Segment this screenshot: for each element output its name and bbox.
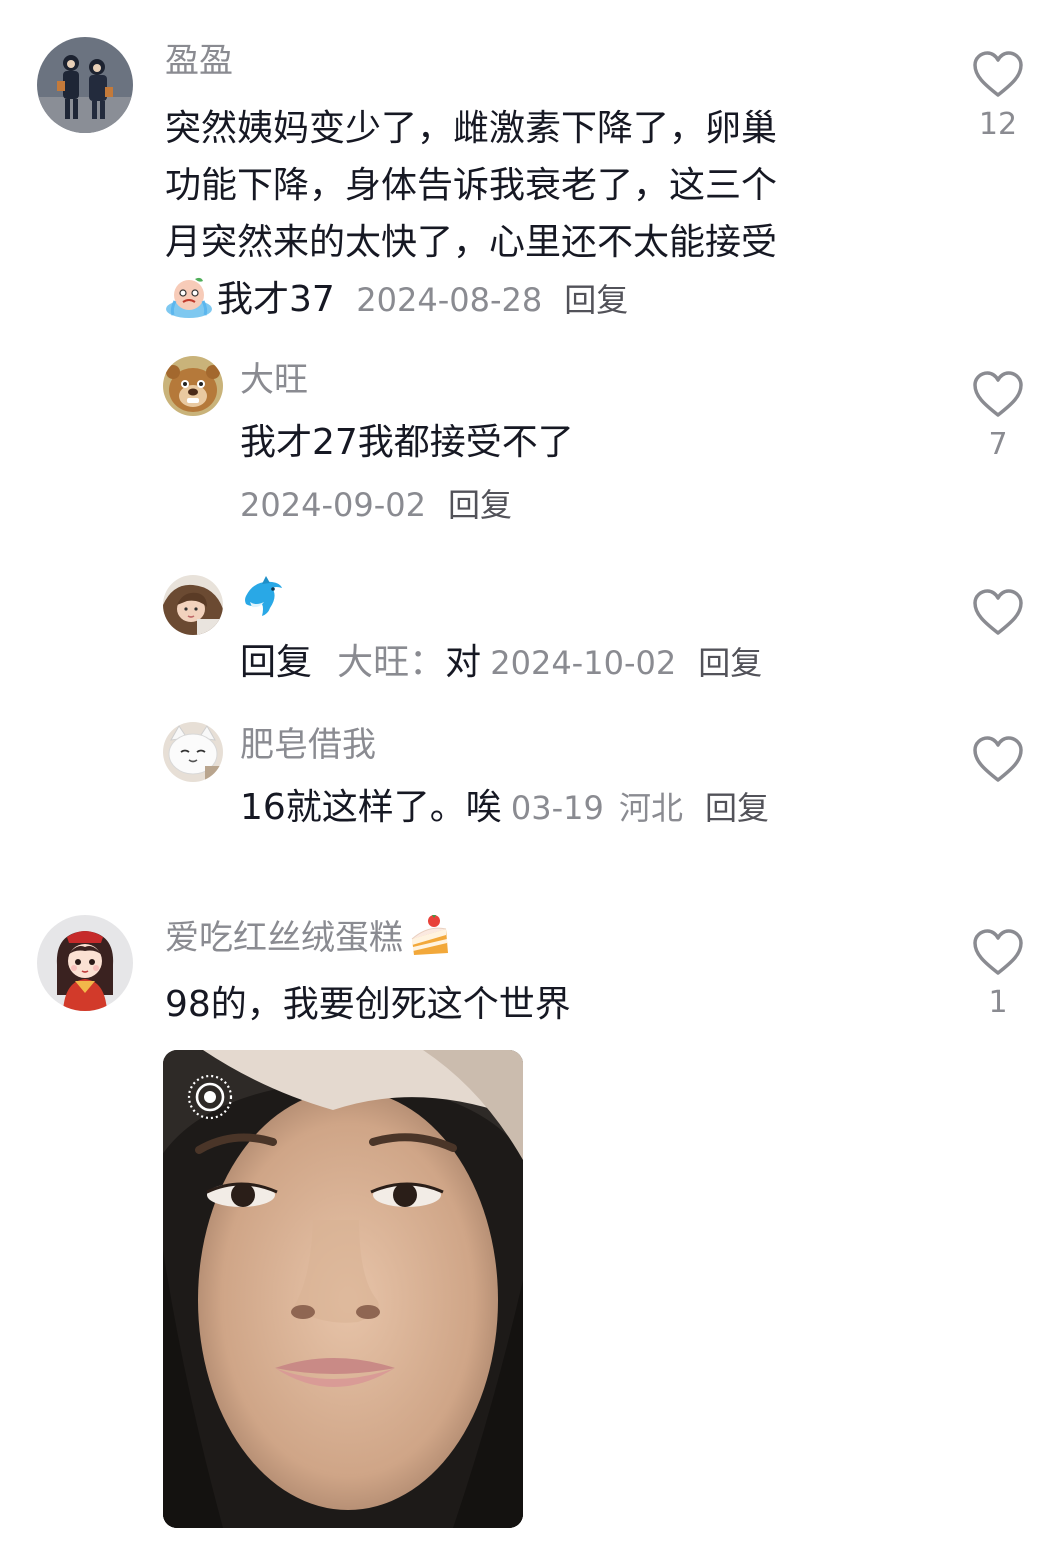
comment-5-username-text: 爱吃红丝绒蛋糕 bbox=[165, 918, 403, 958]
comment-5-text: 98的，我要创死这个世界 bbox=[165, 984, 571, 1025]
heart-icon bbox=[973, 51, 1023, 97]
girl-avatar-icon bbox=[163, 575, 223, 635]
comment-3-reply-prefix: 回复 bbox=[240, 642, 313, 683]
comment-4-like-button[interactable] bbox=[968, 735, 1028, 783]
comment-1-line-4: 我才37 2024-08-28 回复 bbox=[165, 271, 905, 336]
comment-2-text: 我才27我都接受不了 bbox=[240, 422, 574, 463]
dolphin-icon bbox=[245, 576, 282, 616]
comment-1-text: 突然姨妈变少了，雌激素下降了，卵巢 功能下降，身体告诉我衰老了，这三个 月突然来… bbox=[165, 100, 905, 336]
comment-2-like-button[interactable]: 7 bbox=[968, 370, 1028, 462]
comment-3-reply-to[interactable]: 大旺： bbox=[337, 642, 445, 683]
comment-1-username[interactable]: 盈盈 bbox=[165, 41, 233, 81]
comment-3-date: 2024-10-02 bbox=[490, 644, 677, 682]
comment-1-text-tail: 我才37 bbox=[217, 279, 335, 320]
comment-3-like-button[interactable] bbox=[968, 588, 1028, 636]
comment-4-date: 03-19 bbox=[510, 789, 604, 827]
selfie-photo bbox=[163, 1050, 523, 1528]
avatar-dawang[interactable] bbox=[163, 356, 223, 416]
comment-1-reply-button[interactable]: 回复 bbox=[564, 281, 628, 319]
cartoon-girl-avatar-icon bbox=[37, 915, 133, 1011]
comment-3-reply-button[interactable]: 回复 bbox=[698, 644, 762, 682]
comment-4-text: 16就这样了。唉 bbox=[240, 787, 502, 828]
comment-1-like-button[interactable]: 12 bbox=[968, 50, 1028, 142]
avatar-yingying[interactable] bbox=[37, 37, 133, 133]
comment-4-username[interactable]: 肥皂借我 bbox=[240, 725, 376, 765]
comment-1-line-3: 月突然来的太快了，心里还不太能接受 bbox=[165, 222, 778, 263]
cartoon-bear-avatar-icon bbox=[163, 356, 223, 416]
crying-emoji-icon bbox=[165, 275, 213, 336]
comment-2-like-count: 7 bbox=[988, 427, 1008, 462]
avatar-dolphin-user[interactable] bbox=[163, 575, 223, 635]
comment-1-date: 2024-08-28 bbox=[356, 281, 543, 319]
comment-5-like-button[interactable]: 1 bbox=[968, 928, 1028, 1020]
comment-2-username[interactable]: 大旺 bbox=[240, 360, 308, 400]
comment-1-line-2: 功能下降，身体告诉我衰老了，这三个 bbox=[165, 165, 778, 206]
avatar-feizao[interactable] bbox=[163, 722, 223, 782]
comment-4-text-row: 16就这样了。唉 03-19 河北 回复 bbox=[240, 782, 769, 840]
comment-2-meta: 2024-09-02 回复 bbox=[240, 485, 512, 531]
comment-5-like-count: 1 bbox=[988, 985, 1008, 1020]
heart-icon bbox=[973, 589, 1023, 635]
white-cat-avatar-icon bbox=[163, 722, 223, 782]
comment-3-text-row: 回复 大旺：对 2024-10-02 回复 bbox=[240, 637, 762, 695]
cake-icon bbox=[408, 913, 452, 978]
comment-4-reply-button[interactable]: 回复 bbox=[705, 789, 769, 827]
heart-icon bbox=[973, 929, 1023, 975]
heart-icon bbox=[973, 736, 1023, 782]
comment-2-reply-button[interactable]: 回复 bbox=[448, 486, 512, 524]
couple-avatar-icon bbox=[37, 37, 133, 133]
comment-3-username[interactable]: 🐬 bbox=[240, 574, 286, 620]
comment-5-username[interactable]: 爱吃红丝绒蛋糕 bbox=[165, 913, 456, 978]
comment-2-date: 2024-09-02 bbox=[240, 486, 426, 524]
heart-icon bbox=[973, 371, 1023, 417]
avatar-red-velvet[interactable] bbox=[37, 915, 133, 1011]
live-photo-icon bbox=[186, 1073, 234, 1121]
comment-3-text: 对 bbox=[445, 642, 482, 683]
comment-4-location: 河北 bbox=[618, 789, 683, 827]
comment-1-like-count: 12 bbox=[978, 107, 1018, 142]
comment-5-photo[interactable] bbox=[163, 1050, 523, 1528]
comment-1-line-1: 突然姨妈变少了，雌激素下降了，卵巢 bbox=[165, 108, 778, 149]
